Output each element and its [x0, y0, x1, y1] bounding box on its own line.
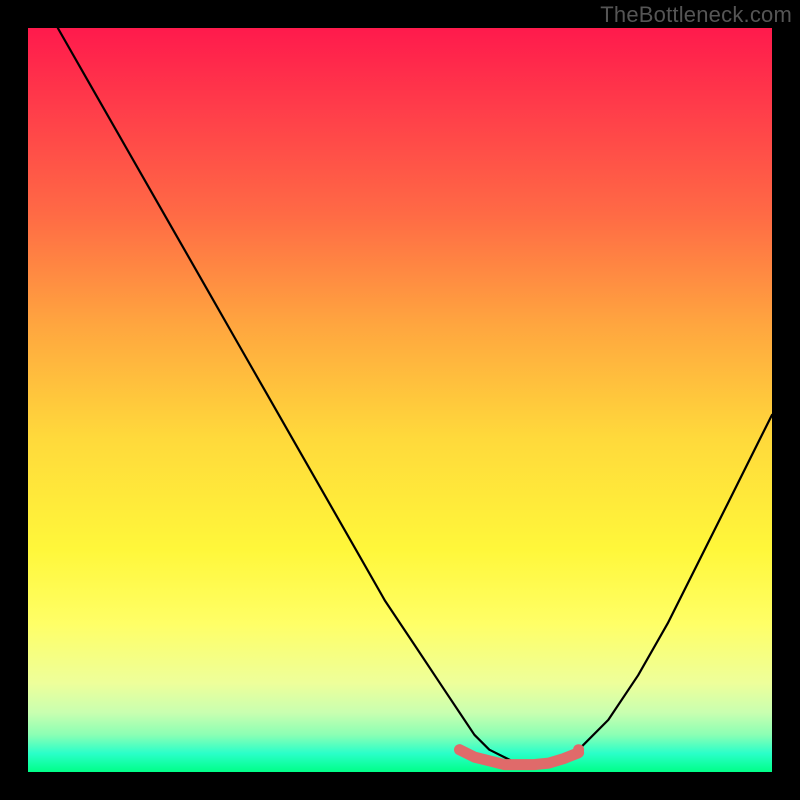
sweet-spot-dot-marker — [573, 744, 584, 755]
bottleneck-curve-path — [58, 28, 772, 765]
chart-frame: TheBottleneck.com — [0, 0, 800, 800]
watermark-text: TheBottleneck.com — [600, 2, 792, 28]
sweet-spot-band-path — [460, 750, 579, 765]
curve-layer — [28, 28, 772, 772]
plot-area — [28, 28, 772, 772]
